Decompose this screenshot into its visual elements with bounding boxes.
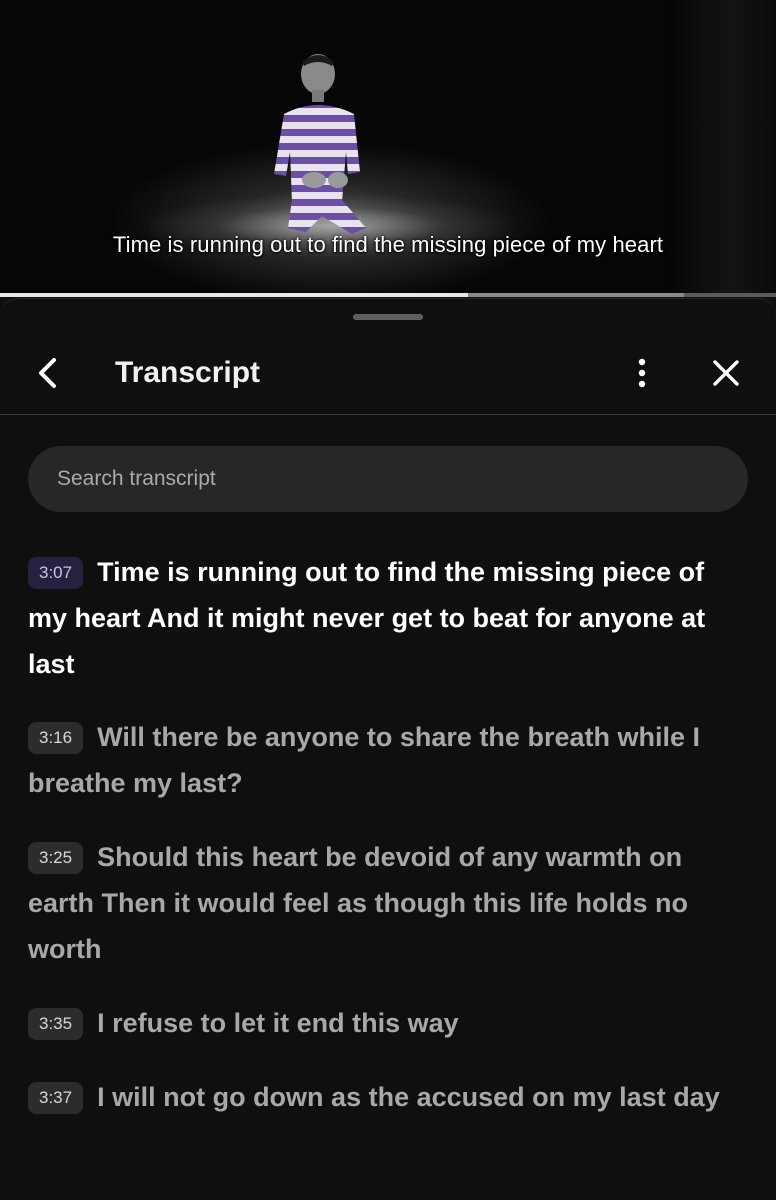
progress-played xyxy=(0,293,468,297)
panel-title: Transcript xyxy=(115,356,261,389)
transcript-header: Transcript xyxy=(0,339,776,415)
segment-text: I will not go down as the accused on my … xyxy=(97,1082,720,1112)
chevron-left-icon xyxy=(39,358,56,388)
more-options-button[interactable] xyxy=(620,351,664,395)
segment-timestamp[interactable]: 3:35 xyxy=(28,1008,84,1040)
more-vert-icon xyxy=(638,358,646,388)
back-button[interactable] xyxy=(26,351,70,395)
transcript-segment[interactable]: 3:35 I refuse to let it end this way xyxy=(28,1000,750,1046)
segment-timestamp[interactable]: 3:37 xyxy=(28,1082,84,1114)
transcript-segment[interactable]: 3:07 Time is running out to find the miss… xyxy=(28,549,750,687)
segment-text: Should this heart be devoid of any warmt… xyxy=(28,842,689,964)
segment-timestamp[interactable]: 3:07 xyxy=(28,557,84,589)
performer-image xyxy=(274,54,366,234)
segment-text: I refuse to let it end this way xyxy=(97,1008,459,1038)
close-icon xyxy=(713,360,739,386)
search-transcript-input[interactable] xyxy=(28,446,748,512)
close-button[interactable] xyxy=(704,351,748,395)
drag-handle[interactable] xyxy=(353,314,423,320)
segment-timestamp[interactable]: 3:25 xyxy=(28,842,84,874)
transcript-segment[interactable]: 3:37 I will not go down as the accused on… xyxy=(28,1074,750,1120)
transcript-segment[interactable]: 3:16 Will there be anyone to share the br… xyxy=(28,714,750,806)
video-caption: Time is running out to find the missing … xyxy=(112,232,664,257)
segment-text: Time is running out to find the missing … xyxy=(28,557,706,679)
video-player[interactable]: Time is running out to find the missing … xyxy=(0,0,776,296)
segment-timestamp[interactable]: 3:16 xyxy=(28,722,84,754)
transcript-segment[interactable]: 3:25 Should this heart be devoid of any w… xyxy=(28,834,750,972)
progress-buffered xyxy=(467,293,685,297)
segment-text: Will there be anyone to share the breath… xyxy=(28,722,700,798)
video-progress-bar[interactable] xyxy=(0,293,776,297)
transcript-panel: Transcript 3:07Time is running out to fi… xyxy=(0,298,776,1200)
